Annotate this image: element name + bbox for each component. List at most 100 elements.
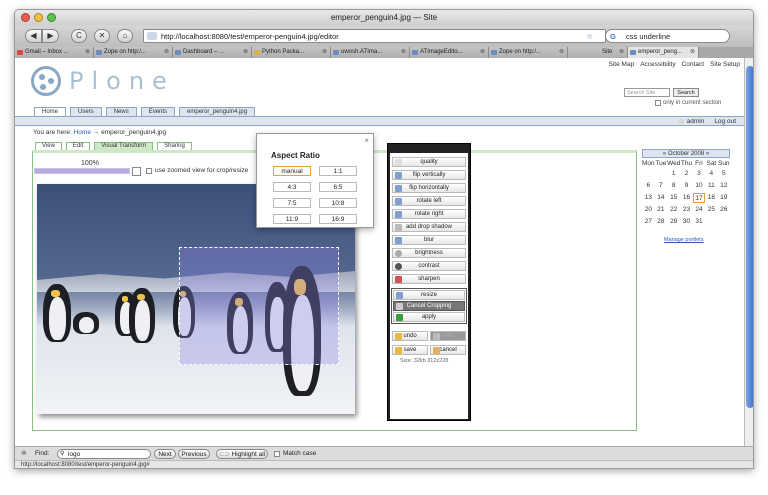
calendar-date[interactable]: 24 (693, 205, 705, 215)
tab-emperor-penguin[interactable]: emperor_peng... ⊗ (628, 47, 699, 58)
only-current-section-option[interactable]: only in current section (655, 100, 721, 106)
breadcrumb-home-link[interactable]: Home (74, 129, 91, 136)
close-tab-icon[interactable]: ⊗ (243, 47, 248, 58)
close-tab-icon[interactable]: ⊗ (559, 47, 564, 58)
aspect-11-9-button[interactable]: 11:9 (273, 214, 311, 224)
site-search-input[interactable]: Search Site (624, 88, 670, 97)
calendar-date[interactable]: 4 (705, 169, 717, 179)
close-tab-icon[interactable]: ⊗ (690, 47, 695, 58)
home-button[interactable]: ⌂ (117, 29, 133, 43)
save-button[interactable]: save (392, 345, 428, 355)
calendar-date[interactable]: 22 (667, 205, 680, 215)
calendar-date[interactable]: 2 (680, 169, 692, 179)
calendar-date[interactable]: 18 (705, 193, 717, 203)
calendar-date[interactable]: 29 (667, 217, 680, 227)
reload-button[interactable]: C (71, 29, 87, 43)
accessibility-link[interactable]: Accessibility (640, 61, 675, 68)
cancel-cropping-button[interactable]: Cancel Cropping (393, 301, 465, 311)
flip-horizontally-button[interactable]: flip horizontally (392, 183, 466, 193)
site-map-link[interactable]: Site Map (609, 61, 635, 68)
aspect-16-9-button[interactable]: 16:9 (319, 214, 357, 224)
apply-button[interactable]: apply (393, 312, 465, 322)
tab-zope-1[interactable]: Zope on http:/... ⊗ (94, 47, 173, 58)
calendar-header[interactable]: « October 2008 » (642, 149, 730, 158)
contact-link[interactable]: Contact (682, 61, 704, 68)
zoomed-view-checkbox[interactable] (146, 167, 152, 174)
close-tab-icon[interactable]: ⊗ (401, 47, 406, 58)
tab-dashboard[interactable]: Dashboard – ... ⊗ (173, 47, 252, 58)
calendar-date[interactable]: 7 (655, 181, 667, 191)
calendar-date[interactable]: 17 (692, 193, 706, 203)
aspect-6-5-button[interactable]: 6:5 (319, 182, 357, 192)
calendar-date[interactable]: 5 (718, 169, 730, 179)
zoom-handle[interactable] (132, 167, 141, 176)
calendar-date[interactable]: 1 (667, 169, 680, 179)
tab-visual-transform[interactable]: Visual Transform (94, 142, 154, 150)
portal-tab-users[interactable]: Users (70, 107, 102, 116)
portal-tab-events[interactable]: Events (140, 107, 176, 116)
tab-site[interactable]: Site ⊗ (568, 47, 628, 58)
calendar-date[interactable]: 15 (667, 193, 680, 203)
only-current-section-checkbox[interactable] (655, 100, 661, 106)
plone-logo[interactable]: Plone (31, 66, 175, 96)
manage-portlets-link[interactable]: Manage portlets (664, 237, 703, 243)
calendar-date[interactable]: 6 (642, 181, 655, 191)
url-bar[interactable]: http://localhost:8080/test/emperor-pengu… (143, 29, 606, 43)
calendar-date[interactable]: 19 (718, 193, 730, 203)
close-window-button[interactable] (21, 13, 30, 22)
calendar-date[interactable]: 9 (680, 181, 692, 191)
find-next-button[interactable]: Next (154, 449, 176, 459)
match-case-checkbox[interactable] (274, 451, 280, 457)
close-find-icon[interactable]: ⊗ (21, 449, 27, 457)
crop-selection[interactable] (179, 247, 339, 365)
flip-vertically-button[interactable]: flip vertically (392, 170, 466, 180)
portal-tab-home[interactable]: Home (34, 107, 67, 116)
redo-button[interactable]: redo (430, 331, 466, 341)
contrast-button[interactable]: contrast (392, 261, 466, 271)
aspect-7-5-button[interactable]: 7:5 (273, 198, 311, 208)
search-bar[interactable]: G css underline (605, 29, 730, 43)
aspect-10-8-button[interactable]: 10:8 (319, 198, 357, 208)
rotate-left-button[interactable]: rotate left (392, 196, 466, 206)
calendar-date[interactable]: 20 (642, 205, 655, 215)
scrollbar-thumb[interactable] (746, 66, 753, 408)
sharpen-button[interactable]: sharpen (392, 274, 466, 284)
calendar-date[interactable]: 10 (693, 181, 705, 191)
site-search-button[interactable]: Search (673, 88, 699, 97)
aspect-manual-button[interactable]: manual (273, 166, 311, 176)
tab-sharing[interactable]: Sharing (157, 142, 192, 150)
tab-zope-2[interactable]: Zope on http:/... ⊗ (489, 47, 568, 58)
calendar-date[interactable]: 16 (680, 193, 692, 203)
tab-python-packages[interactable]: Python Packa... ⊗ (252, 47, 331, 58)
find-input[interactable]: ⚲ logo (57, 449, 151, 459)
calendar-date[interactable]: 31 (693, 217, 705, 227)
calendar-date[interactable]: 26 (718, 205, 730, 215)
calendar-date[interactable]: 27 (642, 217, 655, 227)
zoom-window-button[interactable] (47, 13, 56, 22)
calendar-date[interactable]: 30 (680, 217, 692, 227)
tab-uwosh[interactable]: uwosh.ATIma... ⊗ (331, 47, 410, 58)
brightness-button[interactable]: brightness (392, 248, 466, 258)
calendar-date[interactable]: 12 (718, 181, 730, 191)
undo-button[interactable]: undo (392, 331, 428, 341)
resize-button[interactable]: resize (393, 290, 465, 300)
bookmark-star-icon[interactable]: ☆ (586, 30, 593, 43)
blur-button[interactable]: blur (392, 235, 466, 245)
calendar-date[interactable]: 13 (642, 193, 655, 203)
find-previous-button[interactable]: Previous (178, 449, 210, 459)
site-identity-icon[interactable] (147, 32, 157, 40)
logout-link[interactable]: Log out (714, 118, 736, 125)
calendar-date[interactable]: 23 (680, 205, 692, 215)
close-tab-icon[interactable]: ⊗ (619, 47, 624, 58)
close-tab-icon[interactable]: ⊗ (164, 47, 169, 58)
zoomed-view-option[interactable]: use zoomed view for crop/resize (146, 167, 248, 174)
stop-button[interactable]: ✕ (94, 29, 110, 43)
quality-button[interactable]: quality (392, 157, 466, 167)
close-icon[interactable]: × (364, 136, 369, 145)
minimize-window-button[interactable] (34, 13, 43, 22)
calendar-date[interactable]: 25 (705, 205, 717, 215)
zoom-slider[interactable] (34, 168, 130, 174)
close-tab-icon[interactable]: ⊗ (322, 47, 327, 58)
user-link[interactable]: ☺ admin (678, 118, 704, 125)
close-tab-icon[interactable]: ⊗ (480, 47, 485, 58)
